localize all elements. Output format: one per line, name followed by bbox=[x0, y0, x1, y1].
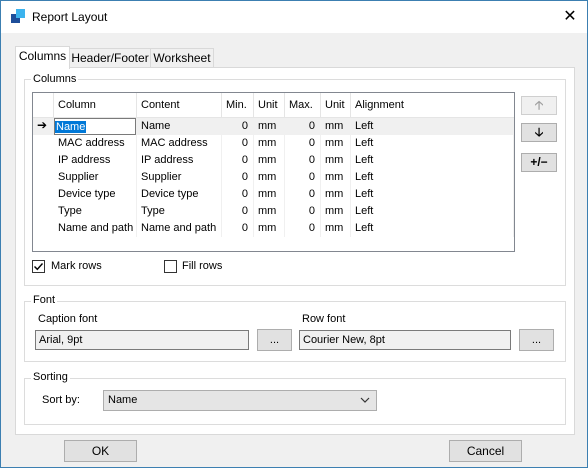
cell-min[interactable]: 0 bbox=[222, 135, 254, 152]
cell-min[interactable]: 0 bbox=[222, 169, 254, 186]
cell-alignment[interactable]: Left bbox=[351, 220, 514, 237]
title-bar: Report Layout ✕ bbox=[1, 1, 587, 33]
cell-max[interactable]: 0 bbox=[285, 152, 321, 169]
current-row-arrow-icon: ➔ bbox=[37, 118, 48, 132]
table-row[interactable]: MAC address MAC address 0 mm 0 mm Left bbox=[33, 135, 514, 152]
cell-min[interactable]: 0 bbox=[222, 220, 254, 237]
cell-min[interactable]: 0 bbox=[222, 118, 254, 135]
cell-alignment[interactable]: Left bbox=[351, 203, 514, 220]
cell-column[interactable]: Name and path bbox=[54, 220, 137, 237]
cell-column[interactable]: IP address bbox=[54, 152, 137, 169]
caption-font-browse-button[interactable]: ... bbox=[257, 329, 292, 351]
cell-content[interactable]: Name bbox=[137, 118, 222, 135]
cell-column[interactable]: MAC address bbox=[54, 135, 137, 152]
cell-max[interactable]: 0 bbox=[285, 203, 321, 220]
checkmark-icon bbox=[34, 263, 44, 271]
header-unit-min[interactable]: Unit bbox=[254, 93, 285, 117]
cell-unit-min[interactable]: mm bbox=[254, 220, 285, 237]
sort-by-value: Name bbox=[108, 394, 138, 406]
app-icon bbox=[11, 9, 25, 23]
cell-unit-max[interactable]: mm bbox=[321, 220, 351, 237]
row-font-field[interactable]: Courier New, 8pt bbox=[299, 330, 511, 350]
cell-min[interactable]: 0 bbox=[222, 203, 254, 220]
fill-rows-label: Fill rows bbox=[182, 260, 223, 272]
cell-unit-min[interactable]: mm bbox=[254, 203, 285, 220]
cell-max[interactable]: 0 bbox=[285, 220, 321, 237]
row-font-label: Row font bbox=[302, 313, 346, 325]
table-row[interactable]: Type Type 0 mm 0 mm Left bbox=[33, 203, 514, 220]
close-icon[interactable]: ✕ bbox=[555, 3, 585, 31]
cell-unit-min[interactable]: mm bbox=[254, 169, 285, 186]
cell-unit-min[interactable]: mm bbox=[254, 118, 285, 135]
cell-column[interactable]: Device type bbox=[54, 186, 137, 203]
report-layout-dialog: Report Layout ✕ Columns Header/Footer Wo… bbox=[0, 0, 588, 468]
cell-min[interactable]: 0 bbox=[222, 186, 254, 203]
mark-rows-label: Mark rows bbox=[51, 260, 102, 272]
grid-header: Column Content Min. Unit Max. Unit Align… bbox=[33, 93, 514, 118]
cell-unit-min[interactable]: mm bbox=[254, 186, 285, 203]
cell-max[interactable]: 0 bbox=[285, 186, 321, 203]
sorting-group-label: Sorting bbox=[31, 371, 70, 383]
cell-unit-max[interactable]: mm bbox=[321, 135, 351, 152]
cell-column[interactable]: Supplier bbox=[54, 169, 137, 186]
columns-grid: Column Content Min. Unit Max. Unit Align… bbox=[32, 92, 515, 252]
cell-content[interactable]: Name and path bbox=[137, 220, 222, 237]
cell-content[interactable]: Supplier bbox=[137, 169, 222, 186]
fill-rows-checkbox[interactable] bbox=[164, 260, 177, 273]
ok-button[interactable]: OK bbox=[64, 440, 137, 462]
table-row[interactable]: Device type Device type 0 mm 0 mm Left bbox=[33, 186, 514, 203]
caption-font-field[interactable]: Arial, 9pt bbox=[35, 330, 249, 350]
row-font-browse-button[interactable]: ... bbox=[519, 329, 554, 351]
move-down-button[interactable]: 🡣 bbox=[521, 123, 557, 142]
cell-unit-min[interactable]: mm bbox=[254, 152, 285, 169]
chevron-down-icon bbox=[360, 391, 370, 417]
cell-content[interactable]: Type bbox=[137, 203, 222, 220]
table-row[interactable]: Supplier Supplier 0 mm 0 mm Left bbox=[33, 169, 514, 186]
tab-columns[interactable]: Columns bbox=[15, 46, 70, 69]
header-max[interactable]: Max. bbox=[285, 93, 321, 117]
cell-alignment[interactable]: Left bbox=[351, 169, 514, 186]
header-marker bbox=[33, 93, 54, 117]
cell-min[interactable]: 0 bbox=[222, 152, 254, 169]
cell-alignment[interactable]: Left bbox=[351, 118, 514, 135]
header-column[interactable]: Column bbox=[54, 93, 137, 117]
cell-content[interactable]: MAC address bbox=[137, 135, 222, 152]
cell-max[interactable]: 0 bbox=[285, 118, 321, 135]
header-alignment[interactable]: Alignment bbox=[351, 93, 514, 117]
caption-font-label: Caption font bbox=[38, 313, 98, 325]
cell-unit-max[interactable]: mm bbox=[321, 203, 351, 220]
cell-unit-max[interactable]: mm bbox=[321, 118, 351, 135]
header-min[interactable]: Min. bbox=[222, 93, 254, 117]
font-group-label: Font bbox=[31, 294, 58, 306]
header-unit-max[interactable]: Unit bbox=[321, 93, 351, 117]
cell-alignment[interactable]: Left bbox=[351, 152, 514, 169]
table-row[interactable]: ➔ Name Name 0 mm 0 mm Left bbox=[33, 118, 514, 135]
cell-unit-max[interactable]: mm bbox=[321, 186, 351, 203]
cell-unit-min[interactable]: mm bbox=[254, 135, 285, 152]
cell-alignment[interactable]: Left bbox=[351, 186, 514, 203]
cell-content[interactable]: Device type bbox=[137, 186, 222, 203]
sort-by-label: Sort by: bbox=[42, 394, 80, 406]
mark-rows-checkbox[interactable] bbox=[32, 260, 45, 273]
window-title: Report Layout bbox=[32, 10, 108, 24]
move-up-button[interactable]: 🡡 bbox=[521, 96, 557, 115]
cell-content[interactable]: IP address bbox=[137, 152, 222, 169]
cell-max[interactable]: 0 bbox=[285, 135, 321, 152]
cell-unit-max[interactable]: mm bbox=[321, 152, 351, 169]
tab-worksheet[interactable]: Worksheet bbox=[150, 48, 214, 68]
header-content[interactable]: Content bbox=[137, 93, 222, 117]
columns-group-label: Columns bbox=[31, 73, 79, 85]
cell-unit-max[interactable]: mm bbox=[321, 169, 351, 186]
table-row[interactable]: IP address IP address 0 mm 0 mm Left bbox=[33, 152, 514, 169]
cell-alignment[interactable]: Left bbox=[351, 135, 514, 152]
cell-column[interactable]: Type bbox=[54, 203, 137, 220]
cell-max[interactable]: 0 bbox=[285, 169, 321, 186]
sort-by-select[interactable]: Name bbox=[103, 390, 377, 411]
add-remove-column-button[interactable]: +/− bbox=[521, 153, 557, 172]
tab-header-footer[interactable]: Header/Footer bbox=[69, 48, 151, 68]
cancel-button[interactable]: Cancel bbox=[449, 440, 522, 462]
column-name-edit[interactable]: Name bbox=[54, 118, 136, 135]
table-row[interactable]: Name and path Name and path 0 mm 0 mm Le… bbox=[33, 220, 514, 237]
